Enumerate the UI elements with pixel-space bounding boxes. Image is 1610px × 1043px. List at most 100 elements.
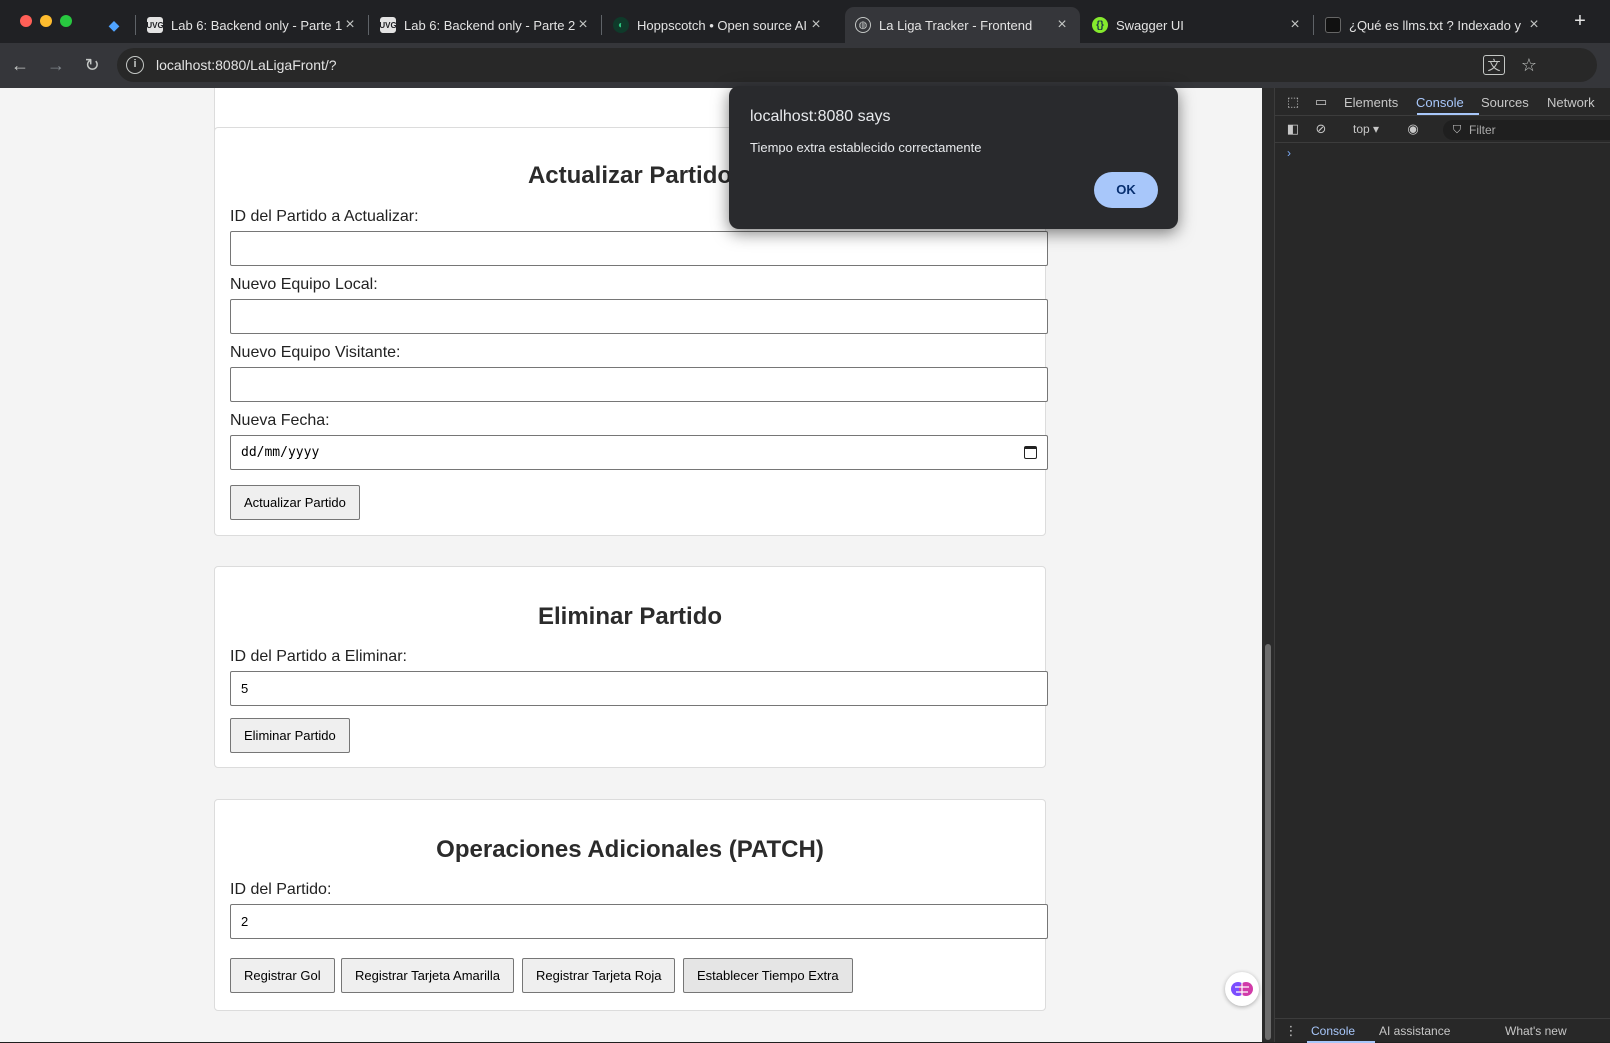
filter-placeholder: Filter <box>1469 123 1496 137</box>
date-input[interactable]: dd/mm/yyyy <box>230 435 1048 470</box>
alert-title: localhost:8080 says <box>750 108 891 125</box>
delete-card-title: Eliminar Partido <box>537 603 723 630</box>
site-info-icon[interactable]: i <box>126 56 144 74</box>
delete-match-button[interactable]: Eliminar Partido <box>230 718 350 753</box>
window-maximize-button[interactable] <box>60 15 72 27</box>
calendar-icon[interactable] <box>1024 446 1037 459</box>
devtools-tab-network[interactable]: Network <box>1547 95 1595 110</box>
update-match-button[interactable]: Actualizar Partido <box>230 485 360 520</box>
alert-message: Tiempo extra establecido correctamente <box>750 140 982 155</box>
scrollbar-thumb[interactable] <box>1265 644 1271 1040</box>
register-red-card-button[interactable]: Registrar Tarjeta Roja <box>522 958 676 993</box>
browser-tab-strip: ◆ UVG Lab 6: Backend only - Parte 1 × UV… <box>0 0 1610 43</box>
context-selector[interactable]: top ▾ <box>1353 122 1379 136</box>
window-minimize-button[interactable] <box>40 15 52 27</box>
inspect-element-icon[interactable]: ⬚ <box>1285 94 1301 110</box>
tab-title: Swagger UI <box>1116 17 1184 33</box>
reload-icon[interactable]: ↻ <box>80 53 104 77</box>
tab-separator <box>1313 15 1314 35</box>
devtools-tab-bar: ⬚ ▭ Elements Console Sources Network <box>1275 88 1610 116</box>
context-value: top <box>1353 122 1370 136</box>
window-close-button[interactable] <box>20 15 32 27</box>
set-extra-time-button[interactable]: Establecer Tiempo Extra <box>683 958 853 993</box>
console-filter-input[interactable]: ⛉ Filter <box>1443 120 1610 140</box>
swagger-icon: {} <box>1092 17 1108 33</box>
hoppscotch-icon: ◐ <box>613 17 629 33</box>
uvg-icon: UVG <box>146 17 164 33</box>
clear-console-icon[interactable]: ⊘ <box>1313 121 1329 137</box>
home-team-label: Nuevo Equipo Local: <box>230 276 378 293</box>
update-id-label: ID del Partido a Actualizar: <box>230 208 419 225</box>
home-team-input[interactable] <box>230 299 1048 334</box>
close-icon[interactable]: × <box>1526 17 1542 33</box>
address-bar[interactable]: i localhost:8080/LaLigaFront/? 文 ☆ <box>117 48 1597 82</box>
brain-extension-icon[interactable] <box>1225 972 1259 1006</box>
browser-toolbar: ← → ↻ i localhost:8080/LaLigaFront/? 文 ☆ <box>0 43 1610 88</box>
tab-title: Lab 6: Backend only - Parte 2 <box>404 17 576 33</box>
date-placeholder: dd/mm/yyyy <box>241 445 320 460</box>
alert-ok-button[interactable]: OK <box>1094 172 1158 208</box>
active-tab-indicator <box>1417 113 1479 115</box>
tab-title: ¿Qué es llms.txt ? Indexado y <box>1349 17 1521 33</box>
close-icon[interactable]: × <box>808 17 824 33</box>
delete-match-card: Eliminar Partido ID del Partido a Elimin… <box>214 566 1048 768</box>
eye-icon[interactable]: ◉ <box>1405 121 1421 137</box>
console-prompt[interactable]: › <box>1287 146 1291 160</box>
tab-title: Hoppscotch • Open source AI <box>637 17 808 33</box>
devtools-tab-elements[interactable]: Elements <box>1344 95 1398 110</box>
update-id-input[interactable] <box>230 231 1048 266</box>
close-icon[interactable]: × <box>1054 17 1070 33</box>
bookmark-star-icon[interactable]: ☆ <box>1517 53 1541 77</box>
alert-dialog: localhost:8080 says Tiempo extra estable… <box>729 86 1178 229</box>
date-label: Nueva Fecha: <box>230 412 330 429</box>
devtools-drawer: ⋮ Console AI assistance What's new <box>1275 1018 1610 1043</box>
drawer-tab-console[interactable]: Console <box>1311 1024 1355 1038</box>
close-icon[interactable]: × <box>1287 17 1303 33</box>
forward-arrow-icon[interactable]: → <box>44 53 68 77</box>
patch-id-label: ID del Partido: <box>230 881 332 898</box>
translate-icon[interactable]: 文 <box>1483 55 1505 75</box>
more-options-icon[interactable]: ⋮ <box>1283 1023 1299 1039</box>
uvg-icon: UVG <box>379 17 397 33</box>
tab-title: La Liga Tracker - Frontend <box>879 17 1033 33</box>
globe-icon: ◍ <box>855 17 871 33</box>
console-toolbar: ◧ ⊘ top ▾ ◉ ⛉ Filter <box>1275 116 1610 143</box>
gem-icon: ◆ <box>108 16 120 33</box>
tab-separator <box>135 15 136 35</box>
delete-id-input[interactable]: 5 <box>230 671 1048 706</box>
patch-card-title: Operaciones Adicionales (PATCH) <box>436 836 824 863</box>
device-toolbar-icon[interactable]: ▭ <box>1313 94 1329 110</box>
tab-lab6-parte2[interactable]: UVG Lab 6: Backend only - Parte 2 × <box>370 7 601 43</box>
patch-id-input[interactable]: 2 <box>230 904 1048 939</box>
away-team-label: Nuevo Equipo Visitante: <box>230 344 401 361</box>
url-text[interactable]: localhost:8080/LaLigaFront/? <box>156 57 337 73</box>
back-arrow-icon[interactable]: ← <box>8 53 32 77</box>
tab-title: Lab 6: Backend only - Parte 1 <box>171 17 343 33</box>
close-icon[interactable]: × <box>342 17 358 33</box>
away-team-input[interactable] <box>230 367 1048 402</box>
site-icon <box>1325 17 1341 33</box>
page-viewport: Actualizar Partido ID del Partido a Actu… <box>0 88 1262 1042</box>
tab-hoppscotch[interactable]: ◐ Hoppscotch • Open source AI × <box>603 7 834 43</box>
register-yellow-card-button[interactable]: Registrar Tarjeta Amarilla <box>341 958 514 993</box>
patch-operations-card: Operaciones Adicionales (PATCH) ID del P… <box>214 799 1048 1011</box>
page-scrollbar[interactable] <box>1262 88 1274 1042</box>
register-goal-button[interactable]: Registrar Gol <box>230 958 335 993</box>
tab-lab6-parte1[interactable]: UVG Lab 6: Backend only - Parte 1 × <box>137 7 368 43</box>
tab-pinned-gem[interactable]: ◆ <box>96 7 136 43</box>
close-icon[interactable]: × <box>575 17 591 33</box>
filter-icon: ⛉ <box>1452 124 1462 136</box>
devtools-tab-console[interactable]: Console <box>1416 95 1464 110</box>
tab-separator <box>601 15 602 35</box>
drawer-tab-ai-assistance[interactable]: AI assistance <box>1379 1024 1450 1038</box>
new-tab-button[interactable]: + <box>1568 10 1592 34</box>
sidebar-toggle-icon[interactable]: ◧ <box>1285 121 1301 137</box>
tab-separator <box>368 15 369 35</box>
tab-swagger-ui[interactable]: {} Swagger UI × <box>1082 7 1313 43</box>
drawer-tab-whats-new[interactable]: What's new <box>1505 1024 1567 1038</box>
tab-laliga-tracker[interactable]: ◍ La Liga Tracker - Frontend × <box>845 7 1080 43</box>
devtools-panel: ⬚ ▭ Elements Console Sources Network ◧ ⊘… <box>1274 88 1610 1043</box>
delete-id-label: ID del Partido a Eliminar: <box>230 648 407 665</box>
tab-llms-txt[interactable]: ¿Qué es llms.txt ? Indexado y × <box>1315 7 1552 43</box>
devtools-tab-sources[interactable]: Sources <box>1481 95 1529 110</box>
